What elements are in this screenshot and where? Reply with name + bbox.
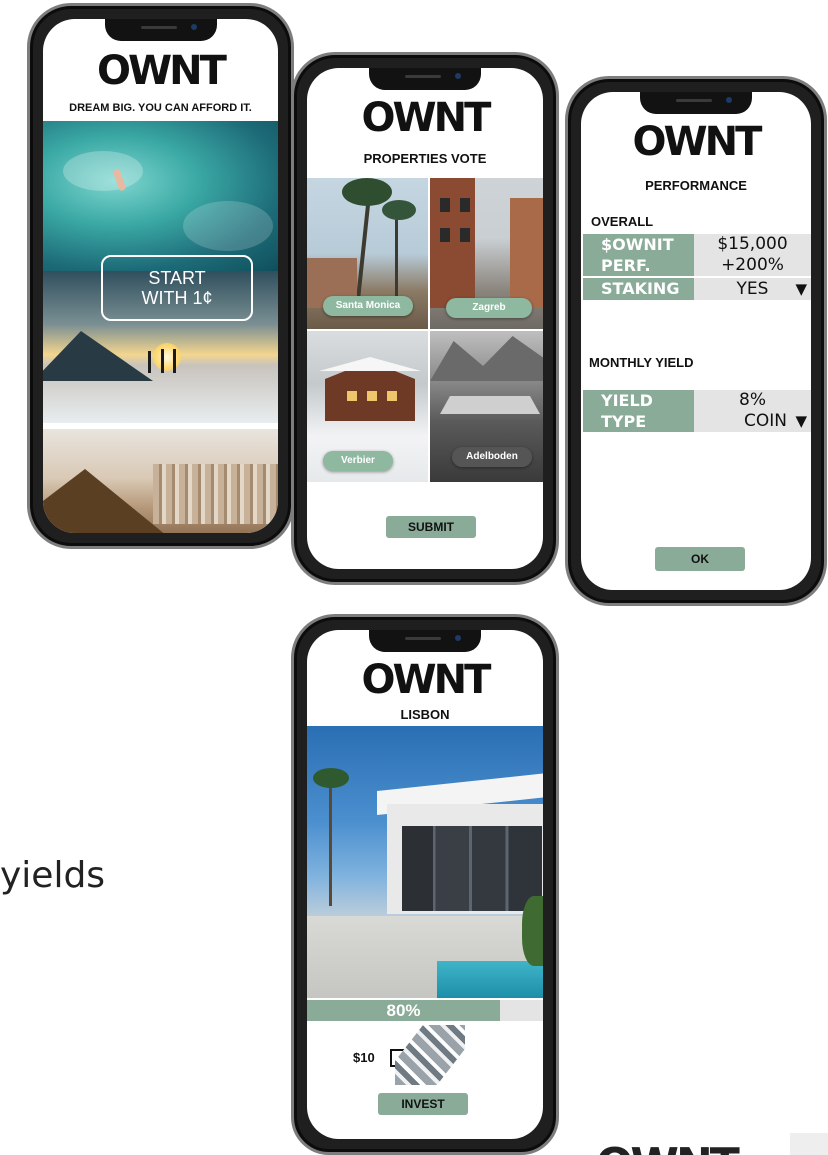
invest-button[interactable]: INVEST (378, 1093, 468, 1115)
ownt-watermark-logo: OWNT (596, 1143, 746, 1155)
phone-lisbon-invest: OWNT LISBON 80% $10 INVEST (291, 614, 559, 1155)
progress-label: 80% (386, 1001, 421, 1020)
perf-value: +200% (694, 255, 811, 276)
notch (640, 92, 752, 114)
dropdown-caret-icon[interactable]: ▼ (795, 278, 807, 300)
funding-progress-bar: 80% (307, 1000, 543, 1021)
verbier-label: Verbier (323, 451, 393, 471)
staking-select[interactable]: YES ▼ (694, 278, 811, 300)
type-select[interactable]: COIN ▼ (694, 411, 811, 432)
notch (369, 630, 481, 652)
overall-heading: OVERALL (591, 214, 654, 229)
cta-line-1: START (148, 268, 206, 288)
performance-title: PERFORMANCE (645, 178, 747, 193)
property-santa-monica[interactable]: Santa Monica (307, 178, 428, 329)
corner-square (790, 1133, 828, 1155)
start-with-1c-button[interactable]: START WITH 1¢ (101, 255, 253, 321)
perf-row: PERF. +200% (581, 255, 811, 276)
zagreb-label: Zagreb (446, 298, 532, 318)
cta-line-2: WITH 1¢ (141, 288, 213, 308)
phone-properties-vote: OWNT PROPERTIES VOTE Santa Monica Zagreb… (291, 52, 559, 585)
invest-screen: OWNT LISBON 80% $10 INVEST (307, 630, 543, 1139)
monthly-yield-heading: MONTHLY YIELD (589, 355, 694, 370)
phone-landing: OWNT DREAM BIG. YOU CAN AFFORD IT. START… (27, 3, 294, 549)
yield-value: 8% (694, 390, 811, 411)
tagline: DREAM BIG. YOU CAN AFFORD IT. (69, 102, 252, 114)
notch (369, 68, 481, 90)
ownit-row: $OWNIT $15,000 (581, 234, 811, 255)
submit-button[interactable]: SUBMIT (386, 516, 476, 538)
yield-row: YIELD 8% (581, 390, 811, 411)
vote-title: PROPERTIES VOTE (363, 151, 487, 166)
ocean-swimmer-image (43, 121, 278, 271)
yield-label: YIELD (583, 390, 694, 411)
price-label: $10 (353, 1050, 375, 1065)
token-collage-icon (395, 1025, 465, 1085)
adelboden-label: Adelboden (452, 447, 532, 467)
yields-caption: yields (0, 855, 106, 896)
performance-screen: OWNT PERFORMANCE OVERALL $OWNIT $15,000 … (581, 92, 811, 590)
landing-screen: OWNT DREAM BIG. YOU CAN AFFORD IT. START… (43, 19, 278, 533)
staking-value: YES (736, 279, 769, 299)
ownit-value: $15,000 (694, 234, 811, 255)
type-row[interactable]: TYPE COIN ▼ (581, 411, 811, 432)
type-value: COIN (744, 411, 787, 431)
ownt-logo: OWNT (361, 657, 492, 703)
type-label: TYPE (583, 411, 694, 432)
city-title: LISBON (400, 707, 450, 722)
vote-screen: OWNT PROPERTIES VOTE Santa Monica Zagreb… (307, 68, 543, 569)
notch (104, 19, 217, 41)
perf-label: PERF. (583, 255, 694, 276)
staking-label: STAKING (583, 278, 694, 300)
santa-monica-label: Santa Monica (323, 296, 413, 316)
staking-row[interactable]: STAKING YES ▼ (581, 278, 811, 300)
ok-button[interactable]: OK (655, 547, 745, 571)
ownt-logo: OWNT (97, 48, 227, 94)
city-hill-image (43, 429, 278, 533)
phone-performance: OWNT PERFORMANCE OVERALL $OWNIT $15,000 … (565, 76, 827, 606)
lisbon-villa-image (307, 726, 543, 998)
ownt-logo: OWNT (361, 95, 492, 141)
ownit-label: $OWNIT (583, 234, 694, 255)
property-adelboden[interactable]: Adelboden (430, 331, 543, 482)
property-verbier[interactable]: Verbier (307, 331, 428, 482)
ownt-logo: OWNT (632, 119, 763, 165)
dropdown-caret-icon[interactable]: ▼ (795, 411, 807, 432)
property-zagreb[interactable]: Zagreb (430, 178, 543, 329)
